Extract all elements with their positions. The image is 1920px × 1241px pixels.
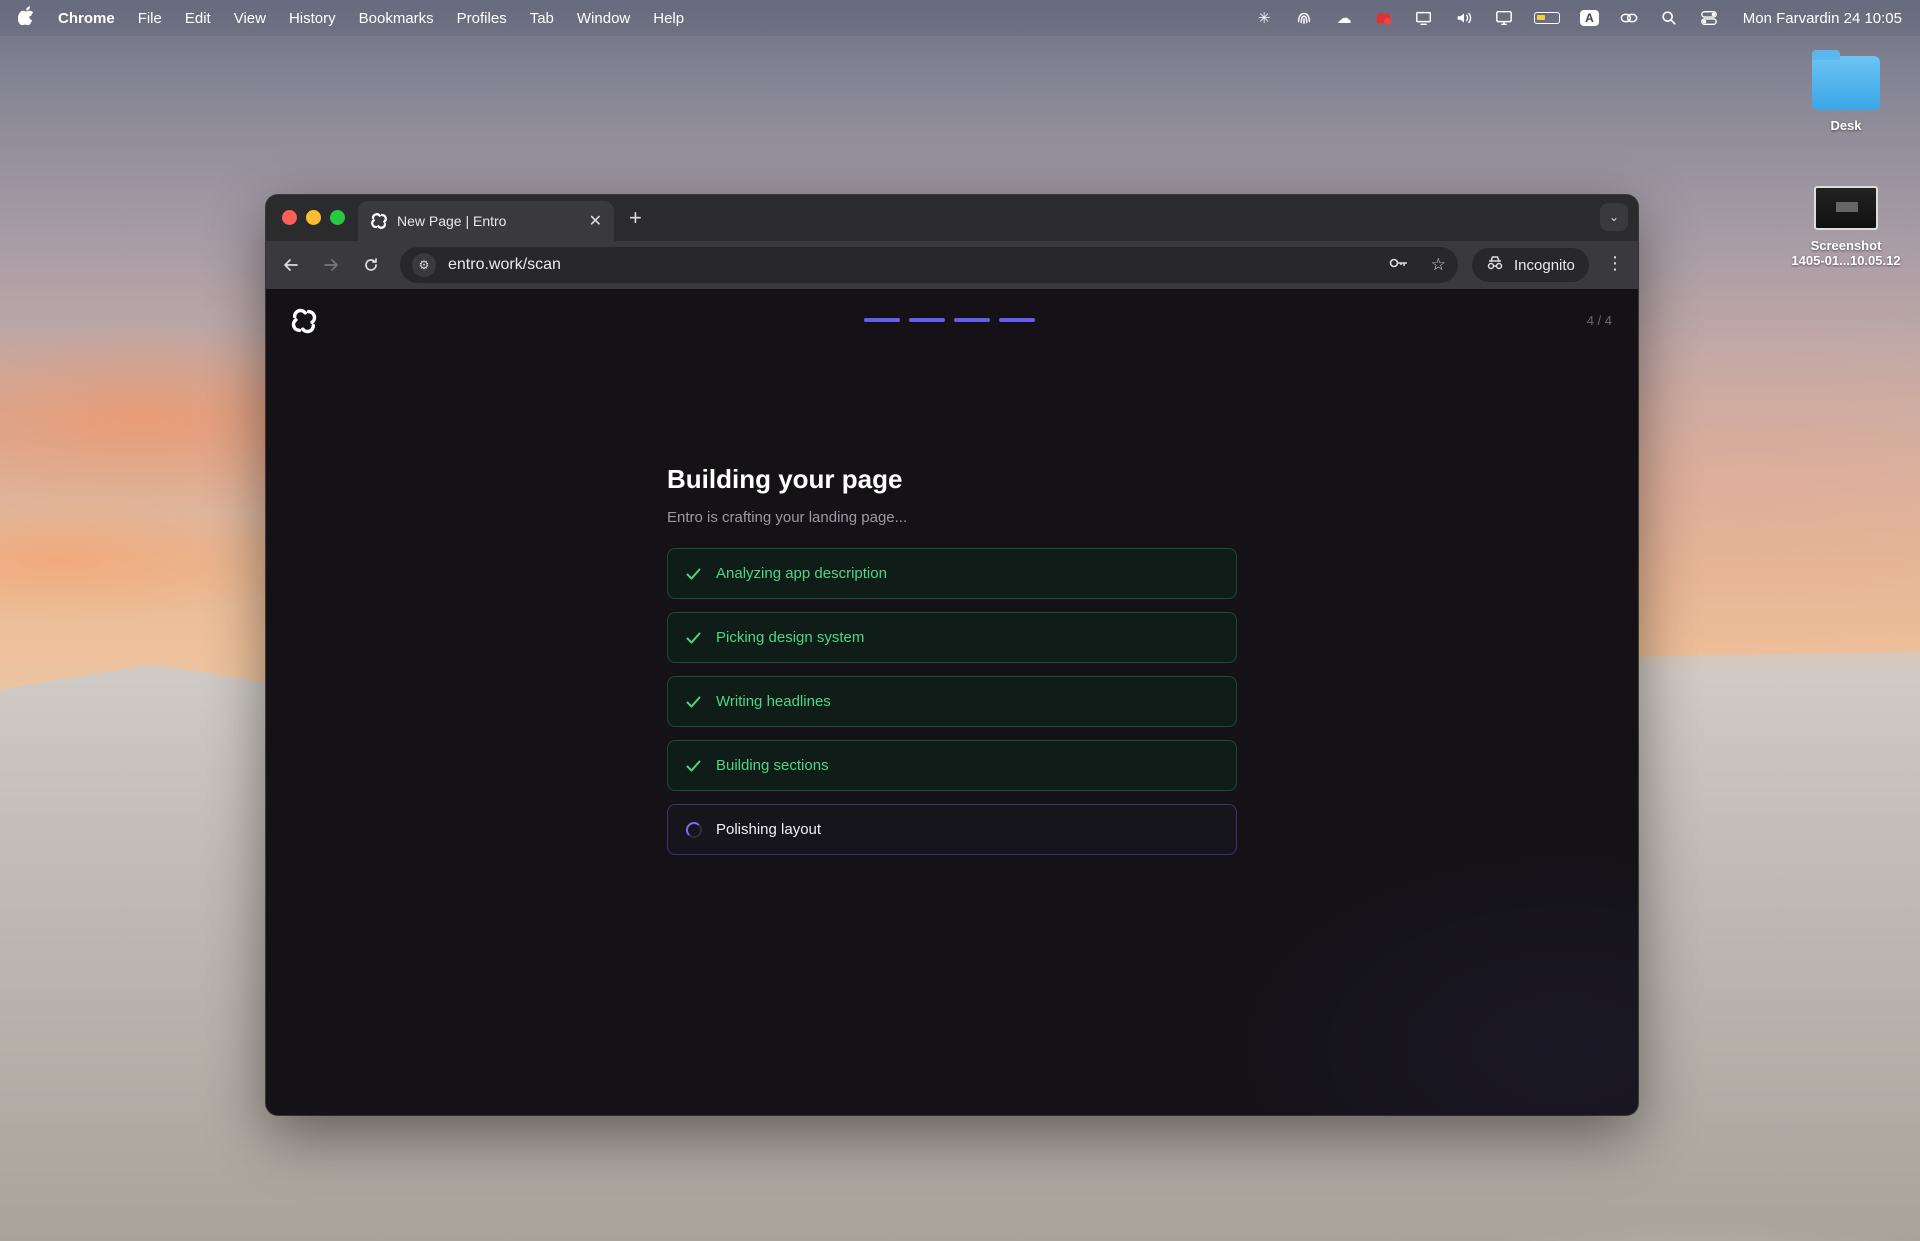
task-label: Picking design system xyxy=(716,629,865,646)
site-settings-icon[interactable]: ⚙ xyxy=(412,253,436,277)
step-indicator: 4 / 4 xyxy=(1586,313,1612,328)
close-window-button[interactable] xyxy=(282,210,297,225)
menu-app-name[interactable]: Chrome xyxy=(58,10,115,27)
new-tab-icon[interactable]: + xyxy=(629,205,642,231)
page-subtitle: Entro is crafting your landing page... xyxy=(667,509,908,526)
menu-clock[interactable]: Mon Farvardin 24 10:05 xyxy=(1743,10,1902,27)
fingerprint-icon[interactable] xyxy=(1294,8,1314,28)
tab-title: New Page | Entro xyxy=(397,213,507,229)
check-icon xyxy=(686,568,702,580)
password-key-icon[interactable] xyxy=(1389,256,1409,274)
menu-profiles[interactable]: Profiles xyxy=(457,10,507,27)
task-item: Polishing layout xyxy=(667,804,1237,855)
incognito-icon xyxy=(1486,255,1504,275)
page-title: Building your page xyxy=(667,464,903,494)
entro-logo-icon[interactable] xyxy=(290,307,318,335)
sparkle-icon[interactable]: ✳ xyxy=(1254,8,1274,28)
browser-titlebar: New Page | Entro ✕ + ⌄ xyxy=(266,195,1638,241)
task-label: Polishing layout xyxy=(716,821,822,838)
battery-icon[interactable] xyxy=(1534,12,1561,24)
check-icon xyxy=(686,760,702,772)
volume-icon[interactable] xyxy=(1454,8,1474,28)
task-label: Building sections xyxy=(716,757,829,774)
desktop-screenshot-file[interactable]: Screenshot 1405-01...10.05.12 xyxy=(1776,186,1916,268)
menu-help[interactable]: Help xyxy=(653,10,684,27)
incognito-label: Incognito xyxy=(1514,256,1575,274)
minimize-window-button[interactable] xyxy=(306,210,321,225)
desktop-screenshot-label-2: 1405-01...10.05.12 xyxy=(1791,253,1901,268)
tab-close-icon[interactable]: ✕ xyxy=(589,211,602,231)
desktop-folder-desk[interactable]: Desk xyxy=(1806,50,1886,133)
step-progress-bar xyxy=(864,318,1035,322)
more-menu-icon[interactable]: ⋮ xyxy=(1606,253,1624,274)
menu-file[interactable]: File xyxy=(138,10,162,27)
entro-favicon-icon xyxy=(370,212,388,230)
task-label: Writing headlines xyxy=(716,693,831,710)
check-icon xyxy=(686,632,702,644)
progress-segment xyxy=(909,318,945,322)
menu-tab[interactable]: Tab xyxy=(530,10,554,27)
link-icon[interactable] xyxy=(1619,8,1639,28)
menu-view[interactable]: View xyxy=(234,10,266,27)
app-badge-icon[interactable] xyxy=(1374,8,1394,28)
browser-toolbar: ⚙ entro.work/scan ☆ Incognito ⋮ xyxy=(266,241,1638,289)
incognito-button[interactable]: Incognito xyxy=(1472,248,1589,282)
task-item: Analyzing app description xyxy=(667,548,1237,599)
spotlight-search-icon[interactable] xyxy=(1659,8,1679,28)
url-text[interactable]: entro.work/scan xyxy=(448,256,561,274)
tab-active[interactable]: New Page | Entro ✕ xyxy=(358,201,614,241)
task-item: Building sections xyxy=(667,740,1237,791)
reload-icon[interactable] xyxy=(356,250,386,280)
build-status-panel: Building your page Entro is crafting you… xyxy=(667,464,1237,868)
back-arrow-icon[interactable] xyxy=(276,250,306,280)
tab-search-chevron-down-icon[interactable]: ⌄ xyxy=(1600,203,1628,231)
weather-icon[interactable]: ☁ xyxy=(1334,8,1354,28)
display-icon[interactable] xyxy=(1494,8,1514,28)
input-source-icon[interactable]: A xyxy=(1580,10,1599,26)
menu-bar: Chrome File Edit View History Bookmarks … xyxy=(0,0,1920,36)
screenshot-thumbnail-icon xyxy=(1814,186,1878,230)
task-label: Analyzing app description xyxy=(716,565,887,582)
control-center-icon[interactable] xyxy=(1699,8,1719,28)
page-content: 4 / 4 Building your page Entro is crafti… xyxy=(266,289,1638,1115)
window-controls xyxy=(282,210,345,225)
task-list: Analyzing app description Picking design … xyxy=(667,548,1237,855)
loading-spinner-icon xyxy=(686,821,702,838)
task-item: Writing headlines xyxy=(667,676,1237,727)
bookmark-star-icon[interactable]: ☆ xyxy=(1431,255,1446,275)
folder-icon xyxy=(1812,50,1880,110)
desktop-screenshot-label-1: Screenshot xyxy=(1810,238,1882,253)
progress-segment xyxy=(864,318,900,322)
check-icon xyxy=(686,696,702,708)
progress-segment xyxy=(999,318,1035,322)
screen-share-icon[interactable] xyxy=(1414,8,1434,28)
fullscreen-window-button[interactable] xyxy=(330,210,345,225)
menu-edit[interactable]: Edit xyxy=(185,10,211,27)
menu-history[interactable]: History xyxy=(289,10,336,27)
address-bar[interactable]: ⚙ entro.work/scan ☆ xyxy=(400,247,1458,283)
status-area: ✳ ☁ A Mon Farvardin 24 10:05 xyxy=(1254,8,1902,28)
apple-icon[interactable] xyxy=(17,6,40,30)
menu-bookmarks[interactable]: Bookmarks xyxy=(359,10,434,27)
browser-window: New Page | Entro ✕ + ⌄ ⚙ entro.work/scan… xyxy=(266,195,1638,1115)
progress-segment xyxy=(954,318,990,322)
menu-window[interactable]: Window xyxy=(577,10,630,27)
desktop-folder-label: Desk xyxy=(1830,118,1862,133)
forward-arrow-icon[interactable] xyxy=(316,250,346,280)
task-item: Picking design system xyxy=(667,612,1237,663)
